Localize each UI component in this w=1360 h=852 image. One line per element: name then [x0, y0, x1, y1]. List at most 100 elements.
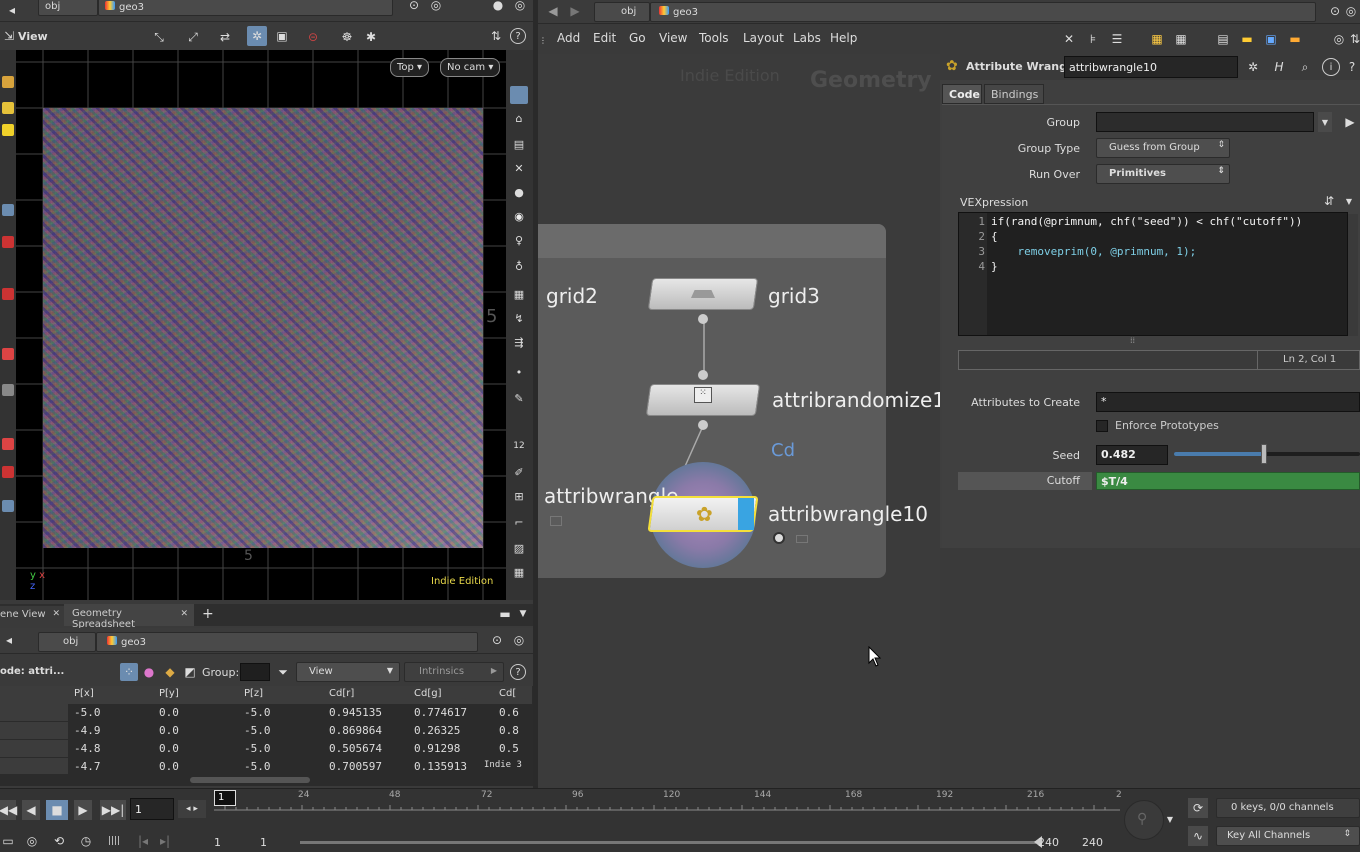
play-reverse-icon[interactable]: ◀ [22, 800, 40, 820]
node-display-flag[interactable] [738, 498, 754, 530]
bulb-icon[interactable]: ♀ [511, 232, 527, 248]
camera-icon[interactable]: ▣ [274, 28, 290, 44]
top-view-button[interactable]: Top ▾ [390, 58, 430, 77]
seed-slider-handle[interactable] [1260, 444, 1267, 464]
fps-icon[interactable]: |||| [104, 832, 124, 850]
node-attribrandomize-output[interactable] [698, 420, 708, 430]
tool-orange-icon[interactable] [2, 76, 14, 88]
detail-mode-icon[interactable]: ◩ [182, 663, 198, 681]
net-path-geo[interactable]: geo3 [650, 2, 1316, 22]
notes-icon[interactable]: ▤ [1214, 30, 1232, 48]
toggle-icon[interactable]: ● [490, 0, 506, 13]
prims-mode-icon[interactable]: ◆ [162, 663, 178, 681]
node-attribrandomize-input[interactable] [698, 370, 708, 380]
gear-icon[interactable]: ✲ [1244, 58, 1262, 76]
tool-icon-12[interactable]: ✎ [511, 390, 527, 406]
tool-red2-icon[interactable] [2, 288, 14, 300]
jump-end-icon[interactable]: ▶▶| [100, 800, 126, 820]
menu-help[interactable]: Help [830, 31, 857, 45]
run-over-dropdown[interactable]: Primitives ⇕ [1096, 164, 1230, 184]
points-mode-icon[interactable]: ⁘ [120, 663, 138, 681]
sphere-icon[interactable]: ● [511, 184, 527, 200]
step-frame-icon[interactable]: ◂ ▸ [178, 800, 206, 818]
sheet-path-geo[interactable]: geo3 [96, 632, 478, 652]
tab-code[interactable]: Code [942, 84, 982, 104]
chevron-down-icon[interactable]: ▼ [1164, 812, 1176, 826]
link2-icon[interactable]: ◎ [512, 0, 528, 13]
frame-field[interactable]: 1 [130, 798, 174, 820]
menu-tools[interactable]: Tools [699, 31, 729, 45]
tree-icon[interactable]: ⊧ [1084, 30, 1102, 48]
maximize-icon[interactable]: ▬ [498, 607, 512, 621]
stop-icon[interactable]: ■ [46, 800, 68, 820]
tab-geometry-spreadsheet[interactable]: Geometry Spreadsheet ✕ [64, 604, 194, 630]
tool-grid-icon[interactable] [2, 384, 14, 396]
group-field[interactable] [1096, 112, 1314, 132]
info-icon[interactable]: i [1322, 58, 1340, 76]
menu-edit[interactable]: Edit [593, 31, 616, 45]
camera-select-button[interactable]: No cam ▾ [440, 58, 501, 77]
group-type-dropdown[interactable]: Guess from Group ⇕ [1096, 138, 1230, 158]
tool-red3-icon[interactable] [2, 348, 14, 360]
pane-menu-icon[interactable]: ▼ [516, 607, 530, 621]
col-header[interactable]: P[z] [244, 688, 263, 699]
chevron-down-icon[interactable]: ▼ [1342, 192, 1356, 210]
loop-icon[interactable]: ⟲ [48, 832, 70, 850]
view-menu-icon[interactable]: ⇲ [2, 29, 16, 43]
auto-key-icon[interactable]: ⟳ [1188, 798, 1208, 818]
col-header[interactable]: Cd[r] [329, 688, 354, 699]
pin-icon[interactable]: ⊙ [490, 633, 504, 647]
table-row[interactable]: -5.0 0.0 -5.0 0.945135 0.774617 0.6 [0, 704, 532, 722]
back-arrow-icon[interactable]: ◂ [4, 2, 20, 18]
clock-icon[interactable]: ◷ [76, 832, 96, 850]
sheet-path-obj[interactable]: obj [38, 632, 96, 652]
tool-icon-18[interactable]: ▦ [511, 564, 527, 580]
tool-magnet-icon[interactable] [2, 466, 14, 478]
intrinsics-button[interactable]: Intrinsics ▶ [404, 662, 504, 682]
dot-icon[interactable]: • [511, 364, 527, 380]
link-icon[interactable]: ◎ [428, 0, 444, 13]
select-arrow-icon[interactable]: ⤡ [150, 28, 168, 46]
col-header[interactable]: P[y] [159, 688, 179, 699]
range-end[interactable]: 240 [1038, 836, 1059, 849]
tool-icon-17[interactable]: ▨ [511, 540, 527, 556]
tool-icon-3[interactable]: ✕ [511, 160, 527, 176]
help-icon[interactable]: ? [510, 664, 526, 680]
tool-red4-icon[interactable] [2, 438, 14, 450]
range-start-2[interactable]: 1 [260, 836, 267, 849]
tool-yellow-icon[interactable] [2, 102, 14, 114]
realtime-icon[interactable]: ▭ [0, 832, 16, 850]
back-arrow-icon[interactable]: ◂ [2, 633, 16, 647]
number-icon[interactable]: 12 [511, 438, 527, 454]
path-geo-crumb[interactable]: geo3 [98, 0, 393, 16]
seed-slider-track[interactable] [1174, 444, 1360, 464]
search-icon[interactable]: ⌕ [1296, 58, 1314, 76]
menu-add[interactable]: Add [557, 31, 580, 45]
funnel-icon[interactable]: ⏷ [274, 663, 292, 681]
tool-icon-10[interactable]: ⇶ [511, 334, 527, 350]
add-tab-icon[interactable]: + [202, 606, 214, 622]
jump-start-icon[interactable]: ◀◀ [0, 800, 17, 820]
select-mode-icon[interactable]: ⤢ [184, 28, 202, 46]
options-icon[interactable]: ⇅ [1350, 30, 1360, 48]
sticky-icon[interactable]: ▬ [1238, 30, 1256, 48]
next-key-icon[interactable]: ▸| [156, 832, 174, 850]
link-icon[interactable]: ◎ [1330, 30, 1348, 48]
select-arrow-icon[interactable]: ▶ [1342, 112, 1358, 132]
path-obj-crumb[interactable]: obj [38, 0, 98, 16]
table-row[interactable]: -4.9 0.0 -5.0 0.869864 0.26325 0.8 [0, 722, 532, 740]
prev-key-icon[interactable]: |◂ [134, 832, 152, 850]
grid-icon[interactable]: ▦ [1172, 30, 1190, 48]
close-icon[interactable]: ✕ [52, 609, 60, 619]
tab-scene-view[interactable]: ene View ✕ [0, 606, 64, 626]
question-icon[interactable]: ? [1344, 58, 1360, 76]
menu-labs[interactable]: Labs [793, 31, 821, 45]
link-icon[interactable]: ◎ [1344, 4, 1358, 18]
col-header[interactable]: Cd[g] [414, 688, 441, 699]
help-icon[interactable]: ? [510, 28, 526, 44]
table-row[interactable]: -4.7 0.0 -5.0 0.700597 0.135913 Indie 3 [0, 758, 532, 774]
forward-arrow-icon[interactable]: ▶ [568, 4, 582, 18]
pin-icon[interactable]: ⊙ [1328, 4, 1342, 18]
code-scrollbar[interactable] [1348, 214, 1358, 336]
range-start[interactable]: 1 [214, 836, 221, 849]
